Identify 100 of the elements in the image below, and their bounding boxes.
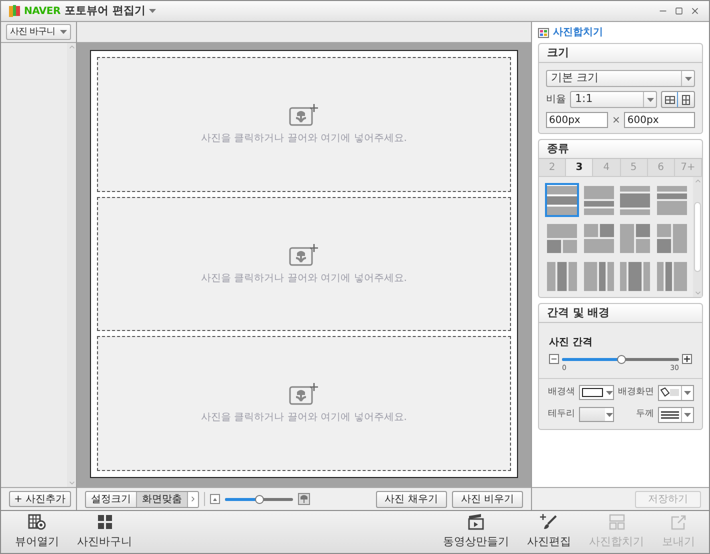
maximize-icon — [675, 7, 683, 15]
layout-thumbnail-icon — [547, 222, 577, 254]
basket-dropdown[interactable]: 사진 바구니 — [6, 24, 71, 40]
spacing-slider[interactable] — [562, 354, 679, 364]
brush-icon — [540, 514, 558, 530]
share-icon — [670, 514, 688, 530]
toolbar-button[interactable]: 동영상만들기 — [439, 513, 513, 551]
next-icon[interactable] — [188, 492, 198, 506]
caret-icon — [684, 390, 691, 394]
plus-icon — [683, 355, 691, 363]
increase-button[interactable] — [682, 354, 692, 364]
caret-icon — [606, 390, 612, 394]
slot-placeholder: 사진을 클릭하거나 끌어와 여기에 넣어주세요. — [201, 272, 407, 286]
layout-option[interactable] — [582, 221, 616, 255]
zoom-out-icon[interactable] — [210, 494, 220, 504]
app-logo-icon — [9, 5, 20, 17]
layout-option[interactable] — [545, 259, 579, 293]
layout-thumbnail-icon — [620, 184, 650, 216]
slot-placeholder: 사진을 클릭하거나 끌어와 여기에 넣어주세요. — [201, 132, 407, 146]
toolbar-button[interactable]: 뷰어열기 — [11, 513, 63, 551]
scrollbar[interactable] — [67, 43, 76, 487]
bg-color-label: 배경색 — [548, 386, 575, 399]
layout-icon — [608, 514, 626, 530]
border-color-picker[interactable] — [579, 407, 614, 422]
zoom-in-icon[interactable] — [298, 493, 310, 505]
layout-option[interactable] — [618, 221, 652, 255]
photo-add-icon — [289, 242, 319, 266]
zoom-thumb[interactable] — [255, 494, 264, 504]
layout-option[interactable] — [618, 259, 652, 293]
layout-thumbnail-icon — [584, 222, 614, 254]
collage-icon — [538, 28, 549, 38]
layout-option[interactable] — [582, 183, 616, 217]
clapboard-icon — [467, 514, 485, 530]
panel-title: 사진합치기 — [553, 26, 603, 40]
close-icon — [690, 6, 700, 16]
layout-thumbnail-icon — [547, 184, 577, 216]
ratio-label: 비율 — [546, 93, 566, 107]
clear-photos-button[interactable]: 사진 비우기 — [452, 490, 523, 508]
layout-option[interactable] — [545, 221, 579, 255]
layout-thumbnail-icon — [620, 222, 650, 254]
spacing-thumb[interactable] — [616, 354, 626, 364]
height-field[interactable]: 600px — [624, 112, 695, 128]
thickness-label: 두께 — [635, 408, 654, 421]
photo-add-icon — [289, 382, 319, 406]
bg-image-picker[interactable] — [658, 384, 694, 400]
scroll-down-icon — [694, 289, 702, 297]
toolbar-button[interactable]: 사진바구니 — [73, 513, 136, 551]
maximize-button[interactable] — [673, 5, 685, 17]
scroll-up-icon — [68, 43, 76, 51]
paint-bucket-icon — [659, 387, 681, 398]
zoom-slider[interactable] — [225, 494, 293, 504]
caret-icon — [606, 412, 612, 416]
section-title: 종류 — [547, 140, 569, 157]
landscape-icon[interactable] — [662, 92, 678, 107]
layout-option[interactable] — [545, 183, 579, 217]
layout-thumbnail-icon — [620, 260, 650, 292]
layout-option[interactable] — [618, 183, 652, 217]
toolbar-button[interactable]: 사진편집 — [523, 513, 575, 551]
brand-label: NAVER — [24, 4, 60, 18]
window-title: 포토뷰어 편집기 — [64, 2, 146, 19]
fill-photos-button[interactable]: 사진 채우기 — [376, 490, 447, 508]
width-field[interactable]: 600px — [546, 112, 608, 128]
size-preset-dropdown[interactable]: 기본 크기 — [546, 70, 695, 87]
thickness-picker[interactable] — [658, 406, 694, 422]
decrease-button[interactable] — [549, 354, 559, 364]
layout-thumbnail-icon — [547, 260, 577, 292]
grid-icon — [96, 514, 114, 530]
scroll-down-icon — [68, 479, 76, 487]
times-sign: × — [612, 114, 620, 128]
size-mode-button[interactable]: 설정크기 — [86, 492, 137, 506]
ratio-dropdown[interactable]: 1:1 — [570, 91, 657, 108]
scroll-up-icon — [694, 177, 702, 185]
add-photo-button[interactable]: + 사진추가 — [9, 491, 71, 507]
layout-thumbnail-icon — [656, 184, 686, 216]
layout-thumbnail-icon — [584, 184, 614, 216]
photo-add-icon — [289, 102, 319, 127]
layout-thumbnail-icon — [584, 260, 614, 292]
layout-option[interactable] — [654, 183, 688, 217]
layout-option[interactable] — [654, 221, 688, 255]
size-mode-button[interactable]: 화면맞춤 — [137, 492, 188, 506]
layout-option[interactable] — [582, 259, 616, 293]
caret-icon — [684, 412, 691, 416]
section-title: 크기 — [547, 44, 569, 61]
title-menu-caret-icon — [149, 9, 156, 13]
layout-option[interactable] — [654, 259, 688, 293]
line-weight-icon — [659, 410, 681, 420]
scrollbar[interactable] — [693, 177, 702, 297]
bg-image-label: 배경화면 — [618, 386, 654, 399]
caret-icon — [684, 76, 692, 80]
spacing-label: 사진 간격 — [549, 337, 592, 348]
caret-icon — [60, 30, 67, 34]
close-button[interactable] — [689, 5, 701, 17]
layout-thumbnail-icon — [656, 222, 686, 254]
border-label: 테두리 — [548, 408, 575, 421]
count-tab[interactable]: 3 — [566, 159, 594, 176]
caret-icon — [646, 98, 654, 102]
layout-thumbnail-icon — [656, 260, 686, 292]
slot-placeholder: 사진을 클릭하거나 끌어와 여기에 넣어주세요. — [201, 411, 407, 426]
section-title: 간격 및 배경 — [547, 304, 610, 321]
bg-color-picker[interactable] — [579, 385, 614, 400]
